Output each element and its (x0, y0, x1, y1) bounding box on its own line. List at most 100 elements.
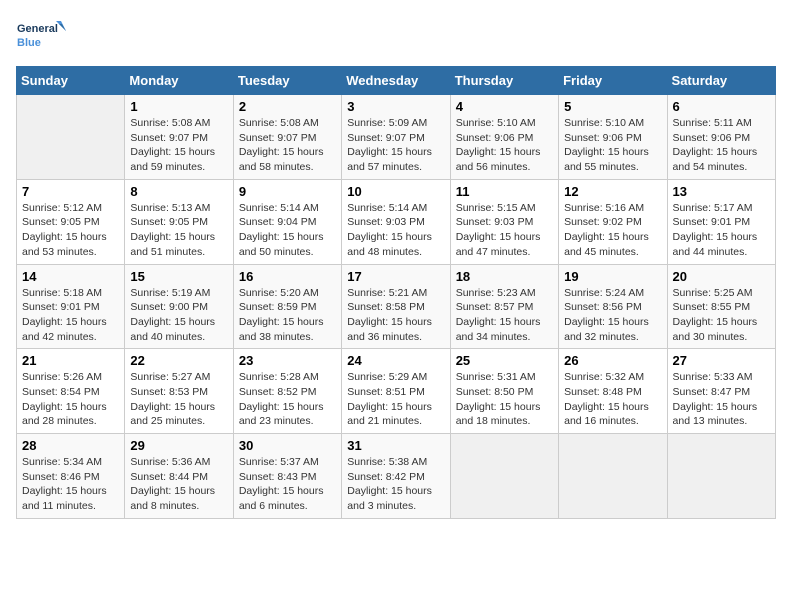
day-info: Sunrise: 5:26 AM Sunset: 8:54 PM Dayligh… (22, 370, 119, 429)
calendar-cell: 10Sunrise: 5:14 AM Sunset: 9:03 PM Dayli… (342, 179, 450, 264)
calendar-cell: 26 Sunrise: 5:32 AM Sunset: 8:48 PM Dayli… (559, 349, 667, 434)
calendar-cell: 19 Sunrise: 5:24 AM Sunset: 8:56 PM Dayli… (559, 264, 667, 349)
logo: General Blue (16, 16, 66, 58)
day-info: Sunrise: 5:21 AM Sunset: 8:58 PM Dayligh… (347, 286, 444, 345)
calendar-cell: 21 Sunrise: 5:26 AM Sunset: 8:54 PM Dayli… (17, 349, 125, 434)
calendar-cell: 5 Sunrise: 5:10 AM Sunset: 9:06 PM Daylig… (559, 95, 667, 180)
day-info: Sunrise: 5:29 AM Sunset: 8:51 PM Dayligh… (347, 370, 444, 429)
calendar-cell: 20Sunrise: 5:25 AM Sunset: 8:55 PM Dayli… (667, 264, 775, 349)
day-number: 22 (130, 353, 227, 368)
day-info: Sunrise: 5:24 AM Sunset: 8:56 PM Dayligh… (564, 286, 661, 345)
calendar-cell (17, 95, 125, 180)
day-number: 15 (130, 269, 227, 284)
day-number: 19 (564, 269, 661, 284)
day-info: Sunrise: 5:37 AM Sunset: 8:43 PM Dayligh… (239, 455, 336, 514)
calendar-cell: 3 Sunrise: 5:09 AM Sunset: 9:07 PM Daylig… (342, 95, 450, 180)
day-number: 30 (239, 438, 336, 453)
day-number: 18 (456, 269, 553, 284)
day-number: 3 (347, 99, 444, 114)
svg-text:Blue: Blue (17, 37, 41, 49)
calendar-cell: 15Sunrise: 5:19 AM Sunset: 9:00 PM Dayli… (125, 264, 233, 349)
day-info: Sunrise: 5:11 AM Sunset: 9:06 PM Dayligh… (673, 116, 770, 175)
calendar-cell: 11 Sunrise: 5:15 AM Sunset: 9:03 PM Dayli… (450, 179, 558, 264)
day-number: 17 (347, 269, 444, 284)
day-info: Sunrise: 5:10 AM Sunset: 9:06 PM Dayligh… (456, 116, 553, 175)
day-number: 28 (22, 438, 119, 453)
calendar-cell: 24 Sunrise: 5:29 AM Sunset: 8:51 PM Dayli… (342, 349, 450, 434)
calendar-cell: 2Sunrise: 5:08 AM Sunset: 9:07 PM Daylig… (233, 95, 341, 180)
calendar-cell: 29 Sunrise: 5:36 AM Sunset: 8:44 PM Dayli… (125, 434, 233, 519)
calendar-cell: 1Sunrise: 5:08 AM Sunset: 9:07 PM Daylig… (125, 95, 233, 180)
calendar-cell: 13 Sunrise: 5:17 AM Sunset: 9:01 PM Dayli… (667, 179, 775, 264)
day-info: Sunrise: 5:27 AM Sunset: 8:53 PM Dayligh… (130, 370, 227, 429)
day-number: 11 (456, 184, 553, 199)
day-number: 4 (456, 99, 553, 114)
calendar-cell: 25 Sunrise: 5:31 AM Sunset: 8:50 PM Dayli… (450, 349, 558, 434)
day-info: Sunrise: 5:20 AM Sunset: 8:59 PM Dayligh… (239, 286, 336, 345)
day-info: Sunrise: 5:36 AM Sunset: 8:44 PM Dayligh… (130, 455, 227, 514)
calendar-cell (450, 434, 558, 519)
day-number: 16 (239, 269, 336, 284)
day-info: Sunrise: 5:08 AM Sunset: 9:07 PM Dayligh… (130, 116, 227, 175)
calendar-week-row: 21 Sunrise: 5:26 AM Sunset: 8:54 PM Dayli… (17, 349, 776, 434)
day-info: Sunrise: 5:38 AM Sunset: 8:42 PM Dayligh… (347, 455, 444, 514)
day-info: Sunrise: 5:23 AM Sunset: 8:57 PM Dayligh… (456, 286, 553, 345)
calendar-cell: 22 Sunrise: 5:27 AM Sunset: 8:53 PM Dayli… (125, 349, 233, 434)
day-info: Sunrise: 5:28 AM Sunset: 8:52 PM Dayligh… (239, 370, 336, 429)
calendar-cell: 16 Sunrise: 5:20 AM Sunset: 8:59 PM Dayli… (233, 264, 341, 349)
day-info: Sunrise: 5:16 AM Sunset: 9:02 PM Dayligh… (564, 201, 661, 260)
header-day-sunday: Sunday (17, 67, 125, 95)
day-number: 9 (239, 184, 336, 199)
calendar-cell: 14Sunrise: 5:18 AM Sunset: 9:01 PM Dayli… (17, 264, 125, 349)
day-number: 29 (130, 438, 227, 453)
day-info: Sunrise: 5:25 AM Sunset: 8:55 PM Dayligh… (673, 286, 770, 345)
day-number: 23 (239, 353, 336, 368)
calendar-cell: 31 Sunrise: 5:38 AM Sunset: 8:42 PM Dayli… (342, 434, 450, 519)
header-day-saturday: Saturday (667, 67, 775, 95)
day-info: Sunrise: 5:14 AM Sunset: 9:04 PM Dayligh… (239, 201, 336, 260)
day-number: 6 (673, 99, 770, 114)
day-number: 27 (673, 353, 770, 368)
calendar-week-row: 28Sunrise: 5:34 AM Sunset: 8:46 PM Dayli… (17, 434, 776, 519)
calendar-cell: 4 Sunrise: 5:10 AM Sunset: 9:06 PM Daylig… (450, 95, 558, 180)
day-number: 25 (456, 353, 553, 368)
calendar-week-row: 1Sunrise: 5:08 AM Sunset: 9:07 PM Daylig… (17, 95, 776, 180)
day-info: Sunrise: 5:13 AM Sunset: 9:05 PM Dayligh… (130, 201, 227, 260)
calendar-table: SundayMondayTuesdayWednesdayThursdayFrid… (16, 66, 776, 519)
calendar-week-row: 7 Sunrise: 5:12 AM Sunset: 9:05 PM Daylig… (17, 179, 776, 264)
page-header: General Blue (16, 16, 776, 58)
day-number: 10 (347, 184, 444, 199)
day-number: 24 (347, 353, 444, 368)
day-number: 21 (22, 353, 119, 368)
header-day-thursday: Thursday (450, 67, 558, 95)
calendar-header-row: SundayMondayTuesdayWednesdayThursdayFrid… (17, 67, 776, 95)
calendar-cell: 30 Sunrise: 5:37 AM Sunset: 8:43 PM Dayli… (233, 434, 341, 519)
day-number: 12 (564, 184, 661, 199)
day-info: Sunrise: 5:15 AM Sunset: 9:03 PM Dayligh… (456, 201, 553, 260)
day-info: Sunrise: 5:12 AM Sunset: 9:05 PM Dayligh… (22, 201, 119, 260)
calendar-cell: 18 Sunrise: 5:23 AM Sunset: 8:57 PM Dayli… (450, 264, 558, 349)
logo-svg: General Blue (16, 16, 66, 58)
calendar-cell (667, 434, 775, 519)
day-number: 13 (673, 184, 770, 199)
calendar-cell: 28Sunrise: 5:34 AM Sunset: 8:46 PM Dayli… (17, 434, 125, 519)
calendar-cell: 12 Sunrise: 5:16 AM Sunset: 9:02 PM Dayli… (559, 179, 667, 264)
day-number: 7 (22, 184, 119, 199)
day-number: 2 (239, 99, 336, 114)
day-info: Sunrise: 5:32 AM Sunset: 8:48 PM Dayligh… (564, 370, 661, 429)
day-number: 5 (564, 99, 661, 114)
day-number: 26 (564, 353, 661, 368)
header-day-wednesday: Wednesday (342, 67, 450, 95)
day-info: Sunrise: 5:10 AM Sunset: 9:06 PM Dayligh… (564, 116, 661, 175)
svg-text:General: General (17, 23, 58, 35)
day-info: Sunrise: 5:17 AM Sunset: 9:01 PM Dayligh… (673, 201, 770, 260)
day-info: Sunrise: 5:09 AM Sunset: 9:07 PM Dayligh… (347, 116, 444, 175)
calendar-cell: 8 Sunrise: 5:13 AM Sunset: 9:05 PM Daylig… (125, 179, 233, 264)
day-info: Sunrise: 5:31 AM Sunset: 8:50 PM Dayligh… (456, 370, 553, 429)
day-number: 31 (347, 438, 444, 453)
calendar-cell: 9 Sunrise: 5:14 AM Sunset: 9:04 PM Daylig… (233, 179, 341, 264)
day-number: 8 (130, 184, 227, 199)
day-number: 14 (22, 269, 119, 284)
calendar-cell: 7 Sunrise: 5:12 AM Sunset: 9:05 PM Daylig… (17, 179, 125, 264)
calendar-cell: 6 Sunrise: 5:11 AM Sunset: 9:06 PM Daylig… (667, 95, 775, 180)
